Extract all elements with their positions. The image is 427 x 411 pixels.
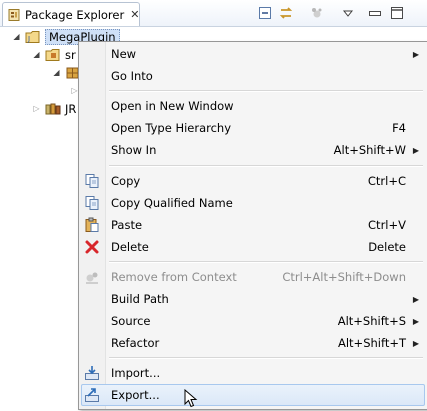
paste-icon (84, 217, 100, 233)
java-project-icon: J (25, 30, 41, 44)
menu-item-build-path[interactable]: Build Path ▶ (81, 288, 425, 310)
copy-qualified-icon (84, 195, 100, 211)
view-title: Package Explorer (25, 7, 125, 22)
menu-item-label: Import... (111, 366, 161, 380)
menu-item-label: Show In (111, 143, 157, 157)
link-with-editor-icon[interactable] (279, 6, 293, 20)
minimize-icon[interactable] (368, 6, 382, 20)
menu-item-label: Copy Qualified Name (111, 196, 233, 210)
expanded-arrow-icon[interactable]: ◢ (52, 68, 61, 77)
menu-item-go-into[interactable]: Go Into (81, 65, 425, 87)
menu-item-label: Delete (111, 240, 149, 254)
package-explorer-icon (8, 8, 20, 21)
menu-item-copy[interactable]: Copy Ctrl+C (81, 170, 425, 192)
menu-item-open-type-hierarchy[interactable]: Open Type Hierarchy F4 (81, 117, 425, 139)
menu-item-export[interactable]: Export... (81, 384, 425, 406)
expanded-arrow-icon[interactable]: ◢ (32, 50, 41, 59)
delete-icon (84, 239, 100, 255)
menu-item-delete[interactable]: Delete Delete (81, 236, 425, 258)
menu-item-label: Source (111, 314, 151, 328)
menu-item-label: New (111, 47, 137, 61)
menu-separator (109, 90, 423, 92)
menu-item-shortcut: Alt+Shift+T (337, 336, 406, 350)
menu-item-label: Build Path (111, 292, 169, 306)
focus-icon[interactable] (310, 6, 324, 20)
menu-item-label: Paste (111, 218, 143, 232)
remove-context-icon (84, 269, 100, 285)
menu-item-import[interactable]: Import... (81, 362, 425, 384)
tree-row-source-folder[interactable]: ◢ sr (32, 46, 76, 63)
source-folder-icon (45, 48, 61, 62)
menu-item-copy-qualified-name[interactable]: Copy Qualified Name (81, 192, 425, 214)
menu-item-label: Export... (111, 388, 160, 402)
menu-item-shortcut: Ctrl+V (368, 218, 406, 232)
view-header: Package Explorer ✕ (0, 0, 427, 27)
menu-item-shortcut: Ctrl+C (367, 174, 406, 188)
export-icon (84, 387, 100, 403)
collapsed-arrow-icon[interactable]: ▷ (32, 104, 41, 113)
menu-item-label: Go Into (111, 69, 153, 83)
menu-item-open-in-new-window[interactable]: Open in New Window (81, 95, 425, 117)
menu-item-label: Copy (111, 174, 141, 188)
menu-item-show-in[interactable]: Show In Alt+Shift+W ▶ (81, 139, 425, 161)
menu-separator (109, 261, 423, 263)
expanded-arrow-icon[interactable]: ◢ (12, 32, 21, 41)
view-menu-icon[interactable] (341, 6, 355, 20)
submenu-arrow-icon: ▶ (412, 294, 419, 304)
collapse-all-icon[interactable] (258, 6, 272, 20)
submenu-arrow-icon: ▶ (412, 338, 419, 348)
submenu-arrow-icon: ▶ (412, 316, 419, 326)
menu-item-shortcut: Alt+Shift+S (337, 314, 406, 328)
menu-item-shortcut: Alt+Shift+W (333, 143, 406, 157)
submenu-arrow-icon: ▶ (412, 49, 419, 59)
context-menu: New ▶ Go Into Open in New Window Open Ty… (78, 41, 427, 410)
copy-icon (84, 173, 100, 189)
menu-item-label: Refactor (111, 336, 160, 350)
submenu-arrow-icon: ▶ (412, 145, 419, 155)
package-explorer-tab[interactable]: Package Explorer ✕ (2, 2, 140, 26)
menu-item-paste[interactable]: Paste Ctrl+V (81, 214, 425, 236)
close-icon[interactable]: ✕ (130, 8, 139, 21)
source-folder-label: sr (65, 47, 76, 62)
maximize-icon[interactable] (390, 6, 404, 20)
menu-item-remove-from-context[interactable]: Remove from Context Ctrl+Alt+Shift+Down (81, 266, 425, 288)
menu-item-shortcut: Ctrl+Alt+Shift+Down (282, 270, 406, 284)
menu-item-shortcut: F4 (392, 121, 406, 135)
menu-item-label: Remove from Context (111, 270, 237, 284)
menu-item-label: Open in New Window (111, 99, 234, 113)
library-label: JR (65, 101, 77, 116)
menu-item-refactor[interactable]: Refactor Alt+Shift+T ▶ (81, 332, 425, 354)
import-icon (84, 365, 100, 381)
library-icon (45, 102, 61, 116)
tree-row-jre-library[interactable]: ▷ JR (32, 100, 76, 117)
menu-item-new[interactable]: New ▶ (81, 43, 425, 65)
menu-separator (109, 357, 423, 359)
menu-separator (109, 165, 423, 167)
menu-item-source[interactable]: Source Alt+Shift+S ▶ (81, 310, 425, 332)
svg-text:J: J (27, 35, 30, 43)
view-toolbar (254, 4, 424, 22)
mouse-pointer-icon (184, 388, 198, 408)
menu-item-label: Open Type Hierarchy (111, 121, 232, 135)
menu-item-shortcut: Delete (368, 240, 406, 254)
